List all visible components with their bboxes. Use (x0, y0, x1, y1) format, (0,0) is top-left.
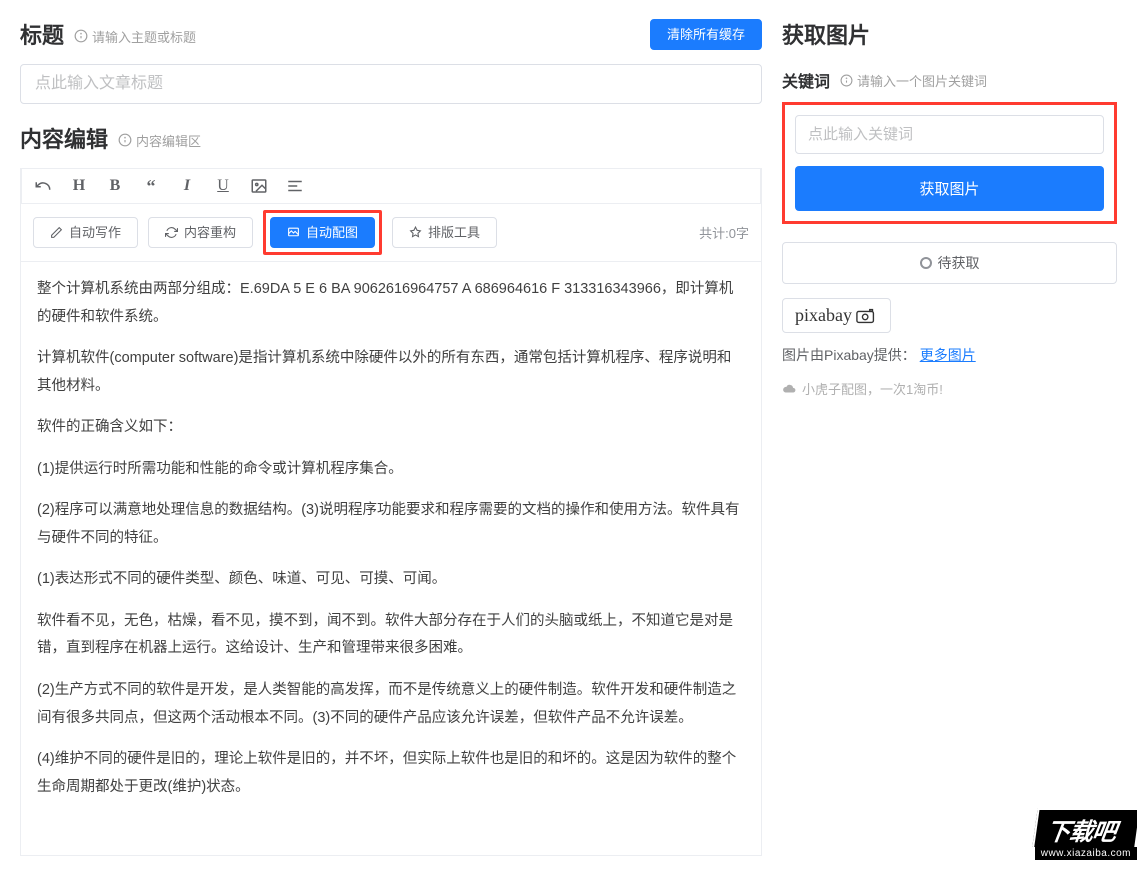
editor-paragraph: 计算机软件(computer software)是指计算机系统中除硬件以外的所有… (37, 345, 745, 400)
layout-tool-button[interactable]: 排版工具 (392, 217, 497, 248)
content-editor-hint: 内容编辑区 (118, 131, 201, 150)
image-credit: 图片由Pixabay提供： 更多图片 (782, 345, 1117, 365)
underline-icon[interactable]: U (214, 177, 232, 195)
title-label: 标题 (20, 18, 64, 50)
format-toolbar: H B “ I U (21, 168, 761, 204)
info-icon (118, 133, 132, 147)
image-match-icon (287, 226, 300, 239)
refresh-icon (165, 226, 178, 239)
title-section-header: 标题 请输入主题或标题 清除所有缓存 (20, 18, 762, 50)
circle-icon (920, 257, 932, 269)
image-icon[interactable] (250, 177, 268, 195)
title-hint: 请输入主题或标题 (74, 27, 196, 46)
editor-paragraph: (1)提供运行时所需功能和性能的命令或计算机程序集合。 (37, 456, 745, 484)
fetch-image-title: 获取图片 (782, 18, 1117, 50)
editor-paragraph: 软件的正确含义如下： (37, 414, 745, 442)
sidebar: 获取图片 关键词 请输入一个图片关键词 获取图片 待获取 pixabay 图片由… (782, 0, 1137, 874)
keyword-highlight-box: 获取图片 (782, 102, 1117, 224)
italic-icon[interactable]: I (178, 177, 196, 195)
layout-icon (409, 226, 422, 239)
info-icon (74, 29, 88, 43)
keyword-hint: 请输入一个图片关键词 (840, 71, 987, 90)
quote-icon[interactable]: “ (142, 177, 160, 195)
auto-image-button[interactable]: 自动配图 (270, 217, 375, 248)
more-images-link[interactable]: 更多图片 (920, 347, 976, 363)
editor-paragraph: (4)维护不同的硬件是旧的，理论上软件是旧的，并不坏，但实际上软件也是旧的和坏的… (37, 746, 745, 801)
auto-image-highlight: 自动配图 (263, 210, 382, 255)
bold-icon[interactable]: B (106, 177, 124, 195)
pending-button[interactable]: 待获取 (782, 242, 1117, 284)
auto-write-button[interactable]: 自动写作 (33, 217, 138, 248)
article-title-input[interactable] (20, 64, 762, 104)
info-icon (840, 74, 853, 87)
action-toolbar: 自动写作 内容重构 自动配图 排版工具 共计:0字 (21, 204, 761, 262)
fetch-image-button[interactable]: 获取图片 (795, 166, 1104, 211)
pixabay-logo: pixabay (782, 298, 891, 333)
keyword-input[interactable] (795, 115, 1104, 154)
word-count: 共计:0字 (699, 223, 749, 242)
editor-content[interactable]: 整个计算机系统由两部分组成：E.69DA 5 E 6 BA 9062616964… (21, 262, 761, 855)
main-column: 标题 请输入主题或标题 清除所有缓存 内容编辑 内容编辑区 H B “ (0, 0, 782, 874)
footer-note: 小虎子配图，一次1淘币! (782, 379, 1117, 398)
undo-icon[interactable] (34, 177, 52, 195)
align-icon[interactable] (286, 177, 304, 195)
cloud-icon (782, 382, 796, 396)
heading-icon[interactable]: H (70, 177, 88, 195)
keyword-label: 关键词 (782, 68, 830, 92)
editor-paragraph: 整个计算机系统由两部分组成：E.69DA 5 E 6 BA 9062616964… (37, 276, 745, 331)
editor-paragraph: (1)表达形式不同的硬件类型、颜色、味道、可见、可摸、可闻。 (37, 566, 745, 594)
editor-paragraph: (2)生产方式不同的软件是开发，是人类智能的高发挥，而不是传统意义上的硬件制造。… (37, 677, 745, 732)
pencil-icon (50, 226, 63, 239)
editor-paragraph: 软件看不见，无色，枯燥，看不见，摸不到，闻不到。软件大部分存在于人们的头脑或纸上… (37, 608, 745, 663)
camera-icon (856, 308, 878, 324)
editor-box: H B “ I U 自动写作 内容重构 (20, 168, 762, 856)
editor-paragraph: (2)程序可以满意地处理信息的数据结构。(3)说明程序功能要求和程序需要的文档的… (37, 497, 745, 552)
clear-cache-button[interactable]: 清除所有缓存 (650, 19, 762, 50)
content-editor-label: 内容编辑 (20, 122, 108, 154)
content-rebuild-button[interactable]: 内容重构 (148, 217, 253, 248)
